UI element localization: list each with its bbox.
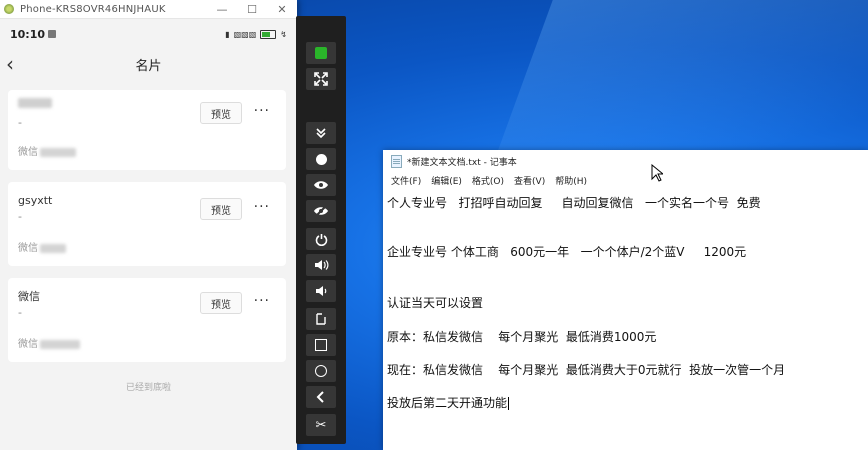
circle-icon[interactable] bbox=[306, 360, 336, 382]
signal-icon: ▧▧▧ bbox=[233, 29, 257, 39]
text-line: 原本：私信发微信 每个月聚光 最低消费1000元 bbox=[387, 330, 657, 344]
blurred-wechat-id bbox=[40, 147, 76, 157]
sim-icon: ▮ bbox=[225, 29, 230, 39]
menu-file[interactable]: 文件(F) bbox=[391, 174, 421, 187]
card-wechat-label: 微信 bbox=[18, 143, 76, 158]
notepad-titlebar: *新建文本文档.txt - 记事本 bbox=[383, 150, 868, 172]
business-card-item[interactable]: gsyxtt - 预览 ··· 微信 bbox=[8, 182, 286, 266]
power-indicator-icon[interactable] bbox=[306, 42, 336, 64]
home-square-icon[interactable] bbox=[306, 334, 336, 356]
power-icon[interactable] bbox=[306, 228, 336, 250]
blurred-wechat-id bbox=[40, 339, 80, 349]
preview-button[interactable]: 预览 bbox=[200, 198, 242, 220]
phone-navbar: ‹ 名片 bbox=[0, 49, 297, 79]
charging-icon: ↯ bbox=[280, 29, 287, 39]
collapse-icon[interactable] bbox=[306, 122, 336, 144]
fullscreen-icon[interactable] bbox=[306, 68, 336, 90]
text-line: 企业专业号 个体工商 600元一年 一个个体户/2个蓝V 1200元 bbox=[387, 245, 747, 259]
text-line: 认证当天可以设置 bbox=[387, 296, 484, 310]
card-dash: - bbox=[18, 306, 22, 319]
back-icon[interactable] bbox=[306, 386, 336, 408]
business-card-item[interactable]: - 预览 ··· 微信 bbox=[8, 90, 286, 170]
back-arrow-icon[interactable]: ‹ bbox=[6, 52, 14, 76]
page-title: 名片 bbox=[135, 58, 162, 74]
phone-control-toolbar: ✂ bbox=[296, 16, 346, 444]
card-name: gsyxtt bbox=[18, 194, 53, 207]
card-dash: - bbox=[18, 116, 22, 129]
card-name bbox=[18, 98, 52, 111]
business-card-item[interactable]: 微信 - 预览 ··· 微信 bbox=[8, 278, 286, 362]
notepad-icon bbox=[391, 154, 402, 168]
phone-window: Phone-KRS8OVR46HNJHAUK — ☐ ✕ 10:10 ▮ ▧▧▧… bbox=[0, 0, 297, 450]
text-line: 投放后第二天开通功能 bbox=[387, 396, 510, 410]
notepad-title: *新建文本文档.txt - 记事本 bbox=[407, 157, 517, 168]
text-caret bbox=[508, 397, 510, 410]
menu-help[interactable]: 帮助(H) bbox=[555, 174, 587, 187]
notepad-window: *新建文本文档.txt - 记事本 文件(F) 编辑(E) 格式(O) 查看(V… bbox=[383, 150, 868, 450]
menu-view[interactable]: 查看(V) bbox=[514, 174, 545, 187]
close-icon[interactable]: ✕ bbox=[267, 3, 297, 16]
eye-off-icon[interactable] bbox=[306, 200, 336, 222]
card-name: 微信 bbox=[18, 290, 40, 303]
rotate-icon[interactable] bbox=[306, 308, 336, 330]
blurred-wechat-id bbox=[40, 243, 66, 253]
app-logo-icon bbox=[4, 4, 14, 14]
notepad-text-area[interactable]: 个人专业号 打招呼自动回复 自动回复微信 一个实名一个号 免费 企业专业号 个体… bbox=[387, 194, 868, 450]
volume-up-icon[interactable] bbox=[306, 254, 336, 276]
menu-edit[interactable]: 编辑(E) bbox=[431, 174, 462, 187]
phone-statusbar: 10:10 ▮ ▧▧▧ ↯ bbox=[0, 19, 297, 49]
eye-icon[interactable] bbox=[306, 174, 336, 196]
blurred-name bbox=[18, 98, 52, 108]
minimize-icon[interactable]: — bbox=[207, 3, 237, 16]
card-dash: - bbox=[18, 210, 22, 223]
preview-button[interactable]: 预览 bbox=[200, 102, 242, 124]
status-indicators: ▮ ▧▧▧ ↯ bbox=[225, 29, 287, 39]
card-wechat-label: 微信 bbox=[18, 239, 66, 254]
more-options-icon[interactable]: ··· bbox=[254, 198, 270, 216]
list-end-note: 已经到底啦 bbox=[125, 383, 171, 393]
phone-titlebar: Phone-KRS8OVR46HNJHAUK — ☐ ✕ bbox=[0, 0, 297, 19]
more-options-icon[interactable]: ··· bbox=[254, 102, 270, 120]
more-options-icon[interactable]: ··· bbox=[254, 292, 270, 310]
menu-format[interactable]: 格式(O) bbox=[472, 174, 504, 187]
card-wechat-label: 微信 bbox=[18, 335, 80, 350]
record-icon[interactable] bbox=[306, 148, 336, 170]
notification-icon bbox=[48, 30, 57, 38]
volume-down-icon[interactable] bbox=[306, 280, 336, 302]
notepad-menubar: 文件(F) 编辑(E) 格式(O) 查看(V) 帮助(H) bbox=[383, 172, 868, 188]
text-line: 现在：私信发微信 每个月聚光 最低消费大于0元就行 投放一次管一个月 bbox=[387, 363, 786, 377]
text-line: 个人专业号 打招呼自动回复 自动回复微信 一个实名一个号 免费 bbox=[387, 196, 761, 210]
scissors-icon[interactable]: ✂ bbox=[306, 414, 336, 436]
maximize-icon[interactable]: ☐ bbox=[237, 3, 267, 16]
phone-window-title: Phone-KRS8OVR46HNJHAUK bbox=[20, 3, 166, 15]
status-time: 10:10 bbox=[10, 27, 46, 41]
mouse-pointer-icon bbox=[651, 163, 665, 186]
battery-icon bbox=[260, 29, 277, 39]
preview-button[interactable]: 预览 bbox=[200, 292, 242, 314]
